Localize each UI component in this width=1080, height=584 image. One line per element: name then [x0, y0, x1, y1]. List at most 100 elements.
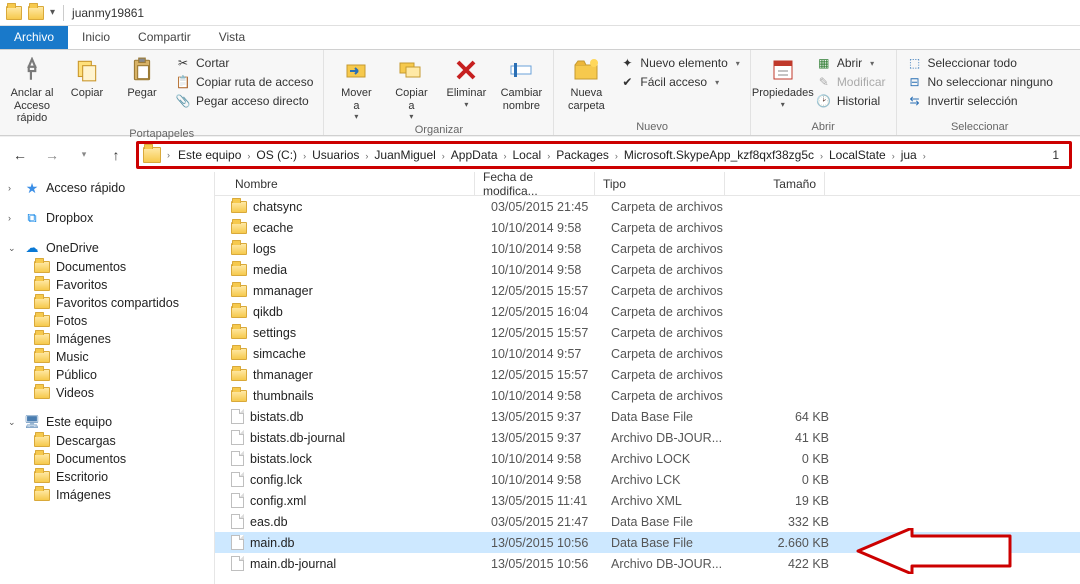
sidebar-item[interactable]: Favoritos: [0, 276, 214, 294]
chevron-icon[interactable]: ›: [818, 151, 825, 161]
up-button[interactable]: ↑: [104, 143, 128, 167]
col-type[interactable]: Tipo: [595, 172, 725, 195]
breadcrumb-item[interactable]: Microsoft.SkypeApp_kzf8qxf38zg5c: [620, 148, 818, 162]
file-date: 12/05/2015 15:57: [491, 368, 611, 382]
chevron-icon[interactable]: ›: [440, 151, 447, 161]
file-date: 12/05/2015 15:57: [491, 284, 611, 298]
breadcrumb-item[interactable]: Local: [509, 148, 546, 162]
move-to-button[interactable]: Mover a▾: [330, 52, 382, 123]
file-row[interactable]: simcache10/10/2014 9:57Carpeta de archiv…: [215, 343, 1080, 364]
new-folder-button[interactable]: Nueva carpeta: [560, 52, 612, 114]
file-type: Carpeta de archivos: [611, 305, 741, 319]
sidebar-item[interactable]: Videos: [0, 384, 214, 402]
sidebar-dropbox[interactable]: ›⧉Dropbox: [0, 208, 214, 228]
file-row[interactable]: bistats.db-journal13/05/2015 9:37Archivo…: [215, 427, 1080, 448]
file-name: bistats.db: [250, 410, 304, 424]
properties-button[interactable]: Propiedades▾: [757, 52, 809, 111]
file-row[interactable]: logs10/10/2014 9:58Carpeta de archivos: [215, 238, 1080, 259]
copy-path-button[interactable]: 📋 Copiar ruta de acceso: [171, 73, 317, 91]
ribbon-tabs: Archivo Inicio Compartir Vista: [0, 26, 1080, 50]
file-name: media: [253, 263, 287, 277]
sidebar-item[interactable]: Público: [0, 366, 214, 384]
cut-button[interactable]: ✂ Cortar: [171, 54, 317, 72]
forward-button[interactable]: →: [40, 143, 64, 167]
invert-selection-button[interactable]: ⇆ Invertir selección: [903, 92, 1057, 110]
sidebar-este-equipo[interactable]: ⌄🖥Este equipo: [0, 412, 214, 432]
tab-inicio[interactable]: Inicio: [68, 26, 124, 49]
sidebar-item[interactable]: Fotos: [0, 312, 214, 330]
file-row[interactable]: bistats.lock10/10/2014 9:58Archivo LOCK0…: [215, 448, 1080, 469]
breadcrumb-item[interactable]: Usuarios: [308, 148, 363, 162]
sidebar-item[interactable]: Descargas: [0, 432, 214, 450]
file-row[interactable]: qikdb12/05/2015 16:04Carpeta de archivos: [215, 301, 1080, 322]
caret-down-icon[interactable]: ⌄: [8, 417, 18, 428]
breadcrumb-item[interactable]: jua: [897, 148, 921, 162]
col-size[interactable]: Tamaño: [725, 172, 825, 195]
address-bar[interactable]: › Este equipo›OS (C:)›Usuarios›JuanMigue…: [136, 141, 1072, 169]
file-row[interactable]: thmanager12/05/2015 15:57Carpeta de arch…: [215, 364, 1080, 385]
tab-compartir[interactable]: Compartir: [124, 26, 205, 49]
back-button[interactable]: ←: [8, 143, 32, 167]
sidebar-item[interactable]: Escritorio: [0, 468, 214, 486]
chevron-icon[interactable]: ›: [502, 151, 509, 161]
address-trailing: 1: [1052, 148, 1065, 162]
paste-shortcut-button[interactable]: 📎 Pegar acceso directo: [171, 92, 317, 110]
group-nuevo: Nueva carpeta ✦ Nuevo elemento▾ ✔ Fácil …: [554, 50, 750, 135]
sidebar-item[interactable]: Favoritos compartidos: [0, 294, 214, 312]
breadcrumb-item[interactable]: LocalState: [825, 148, 890, 162]
file-row[interactable]: config.lck10/10/2014 9:58Archivo LCK0 KB: [215, 469, 1080, 490]
select-all-button[interactable]: ⬚ Seleccionar todo: [903, 54, 1057, 72]
sidebar-item[interactable]: Documentos: [0, 450, 214, 468]
breadcrumb-item[interactable]: AppData: [447, 148, 502, 162]
file-row[interactable]: ecache10/10/2014 9:58Carpeta de archivos: [215, 217, 1080, 238]
breadcrumb-item[interactable]: Este equipo: [174, 148, 245, 162]
file-row[interactable]: media10/10/2014 9:58Carpeta de archivos: [215, 259, 1080, 280]
chevron-icon[interactable]: ›: [890, 151, 897, 161]
file-row[interactable]: mmanager12/05/2015 15:57Carpeta de archi…: [215, 280, 1080, 301]
sidebar-item[interactable]: Imágenes: [0, 330, 214, 348]
sidebar-item[interactable]: Music: [0, 348, 214, 366]
select-all-icon: ⬚: [907, 55, 923, 71]
chevron-icon[interactable]: ›: [165, 150, 172, 160]
open-button[interactable]: ▦ Abrir▾: [812, 54, 890, 72]
edit-button[interactable]: ✎ Modificar: [812, 73, 890, 91]
col-date[interactable]: Fecha de modifica...: [475, 172, 595, 195]
caret-icon[interactable]: ›: [8, 183, 18, 193]
sidebar-onedrive[interactable]: ⌄☁OneDrive: [0, 238, 214, 258]
breadcrumb-item[interactable]: OS (C:): [252, 148, 301, 162]
recent-dropdown[interactable]: ▾: [72, 143, 96, 167]
chevron-icon[interactable]: ›: [613, 151, 620, 161]
file-row[interactable]: settings12/05/2015 15:57Carpeta de archi…: [215, 322, 1080, 343]
sidebar-item[interactable]: Imágenes: [0, 486, 214, 504]
col-name[interactable]: Nombre: [215, 172, 475, 195]
file-row[interactable]: chatsync03/05/2015 21:45Carpeta de archi…: [215, 196, 1080, 217]
caret-icon[interactable]: ›: [8, 213, 18, 223]
new-item-button[interactable]: ✦ Nuevo elemento▾: [615, 54, 743, 72]
easy-access-button[interactable]: ✔ Fácil acceso▾: [615, 73, 743, 91]
new-folder-icon: [570, 54, 602, 86]
copy-button[interactable]: Copiar: [61, 52, 113, 102]
breadcrumb-item[interactable]: JuanMiguel: [370, 148, 439, 162]
rename-button[interactable]: Cambiar nombre: [495, 52, 547, 114]
sidebar-quickaccess[interactable]: ›★Acceso rápido: [0, 178, 214, 198]
history-button[interactable]: 🕑 Historial: [812, 92, 890, 110]
tab-vista[interactable]: Vista: [205, 26, 259, 49]
file-row[interactable]: config.xml13/05/2015 11:41Archivo XML19 …: [215, 490, 1080, 511]
select-none-button[interactable]: ⊟ No seleccionar ninguno: [903, 73, 1057, 91]
file-size: 0 KB: [741, 452, 841, 466]
sidebar-item[interactable]: Documentos: [0, 258, 214, 276]
breadcrumb-item[interactable]: Packages: [552, 148, 613, 162]
chevron-icon[interactable]: ›: [921, 151, 928, 161]
window-title: juanmy19861: [72, 6, 144, 20]
overflow-icon[interactable]: ▾: [50, 7, 55, 18]
delete-button[interactable]: Eliminar▾: [440, 52, 492, 111]
paste-button[interactable]: Pegar: [116, 52, 168, 102]
caret-down-icon[interactable]: ⌄: [8, 243, 18, 254]
tab-archivo[interactable]: Archivo: [0, 26, 68, 49]
pin-icon: [16, 54, 48, 86]
pin-quickaccess-button[interactable]: Anclar al Acceso rápido: [6, 52, 58, 127]
file-row[interactable]: thumbnails10/10/2014 9:58Carpeta de arch…: [215, 385, 1080, 406]
copy-to-button[interactable]: Copiar a▾: [385, 52, 437, 123]
file-row[interactable]: bistats.db13/05/2015 9:37Data Base File6…: [215, 406, 1080, 427]
chevron-icon[interactable]: ›: [301, 151, 308, 161]
